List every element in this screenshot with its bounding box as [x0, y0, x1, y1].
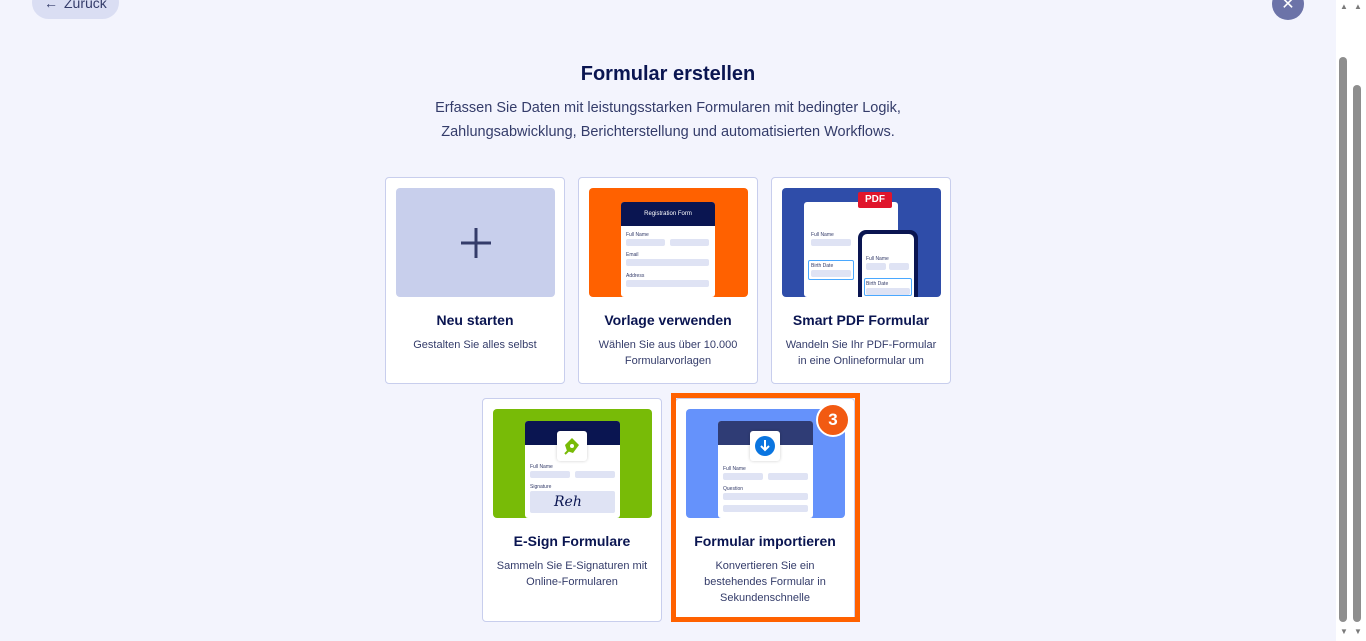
scrollbar-thumb[interactable]	[1339, 57, 1347, 622]
phone-preview: Full Name Birth Date	[858, 230, 918, 297]
card-description: Wählen Sie aus über 10.000 Formularvorla…	[598, 339, 738, 367]
card-smart-pdf[interactable]: Full Name Birth Date PDF Full Name Birth…	[771, 177, 951, 384]
pen-icon	[557, 431, 587, 461]
field-label: Full Name	[530, 464, 553, 470]
card-start-new[interactable]: Neu starten Gestalten Sie alles selbst	[385, 177, 565, 384]
form-header: Registration Form	[621, 202, 715, 226]
card-description: Gestalten Sie alles selbst	[413, 339, 537, 351]
scroll-up-icon[interactable]: ▲	[1352, 2, 1364, 12]
back-button[interactable]: ← Zurück	[32, 0, 119, 19]
card-title: Smart PDF Formular	[792, 312, 930, 328]
field-label: Email	[626, 252, 639, 258]
smart-pdf-thumbnail: Full Name Birth Date PDF Full Name Birth…	[782, 188, 941, 297]
card-title: Vorlage verwenden	[604, 312, 732, 328]
esign-form-preview: Full Name Signature Reh	[525, 421, 620, 518]
arrow-left-icon: ←	[44, 0, 58, 11]
scroll-up-icon[interactable]: ▲	[1338, 2, 1350, 12]
card-use-template[interactable]: Registration Form Full Name Email Addres…	[578, 177, 758, 384]
step-badge: 3	[816, 403, 850, 437]
template-form-preview: Registration Form Full Name Email Addres…	[621, 202, 715, 297]
scrollbar-thumb[interactable]	[1353, 85, 1361, 622]
field-label: Birth Date	[866, 281, 889, 287]
close-button[interactable]: ✕	[1272, 0, 1304, 20]
pdf-badge: PDF	[858, 192, 892, 208]
back-label: Zurück	[64, 0, 107, 11]
field-label: Full Name	[626, 232, 649, 238]
page-subtitle: Erfassen Sie Daten mit leistungsstarken …	[435, 100, 901, 140]
card-esign[interactable]: Full Name Signature Reh E-Sign Formulare…	[482, 398, 662, 622]
scroll-down-icon[interactable]: ▼	[1338, 627, 1350, 637]
esign-thumbnail: Full Name Signature Reh	[493, 409, 652, 518]
signature-preview: Reh	[530, 491, 615, 513]
card-title: E-Sign Formulare	[513, 533, 631, 549]
field-label: Birth Date	[811, 263, 834, 269]
start-new-thumbnail	[396, 188, 555, 297]
field-label: Signature	[530, 484, 552, 490]
field-label: Address	[626, 273, 645, 279]
plus-icon	[460, 227, 491, 258]
close-icon: ✕	[1281, 0, 1295, 13]
template-thumbnail: Registration Form Full Name Email Addres…	[589, 188, 748, 297]
scroll-down-icon[interactable]: ▼	[1352, 627, 1364, 637]
field-label: Full Name	[811, 232, 834, 238]
card-title: Neu starten	[436, 312, 514, 328]
card-description: Wandeln Sie Ihr PDF-Formular in eine Onl…	[785, 339, 937, 367]
card-description: Sammeln Sie E-Signaturen mit Online-Form…	[496, 560, 648, 588]
page-title: Formular erstellen	[580, 63, 756, 85]
field-label: Full Name	[866, 256, 889, 262]
